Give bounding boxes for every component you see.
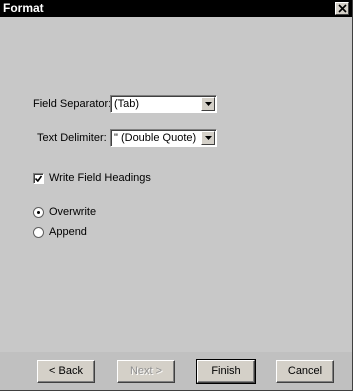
close-button[interactable] <box>335 2 349 15</box>
radio-selected-dot <box>37 211 40 214</box>
text-delimiter-dropdown-button[interactable] <box>201 131 215 145</box>
check-icon <box>35 175 42 182</box>
append-radio[interactable] <box>33 227 44 238</box>
field-separator-label: Field Separator: <box>33 98 112 110</box>
field-separator-value: (Tab) <box>114 98 140 110</box>
text-delimiter-value: " (Double Quote) <box>114 132 197 144</box>
finish-button[interactable]: Finish <box>196 359 256 384</box>
write-headings-label: Write Field Headings <box>49 172 151 184</box>
overwrite-radio[interactable] <box>33 207 44 218</box>
chevron-down-icon <box>205 102 212 106</box>
button-bar: < Back Next > Finish Cancel <box>0 352 352 390</box>
chevron-down-icon <box>205 136 212 140</box>
overwrite-label: Overwrite <box>49 206 97 218</box>
field-separator-dropdown-button[interactable] <box>201 97 215 111</box>
title-bar: Format <box>0 0 352 17</box>
format-dialog: Format Field Separator: (Tab) Text Delim… <box>0 0 353 391</box>
next-button[interactable]: Next > <box>117 360 175 383</box>
field-separator-select[interactable]: (Tab) <box>110 95 217 113</box>
cancel-button-label: Cancel <box>287 365 323 377</box>
write-headings-checkbox[interactable] <box>33 173 44 184</box>
cancel-button[interactable]: Cancel <box>276 360 334 383</box>
finish-button-label: Finish <box>211 365 241 377</box>
close-icon <box>338 4 347 13</box>
next-button-label: Next > <box>129 365 163 377</box>
text-delimiter-select[interactable]: " (Double Quote) <box>110 129 217 147</box>
back-button-label: < Back <box>49 365 83 377</box>
back-button[interactable]: < Back <box>37 360 95 383</box>
text-delimiter-label: Text Delimiter: <box>37 132 107 144</box>
window-title: Format <box>3 1 44 15</box>
append-label: Append <box>49 226 87 238</box>
